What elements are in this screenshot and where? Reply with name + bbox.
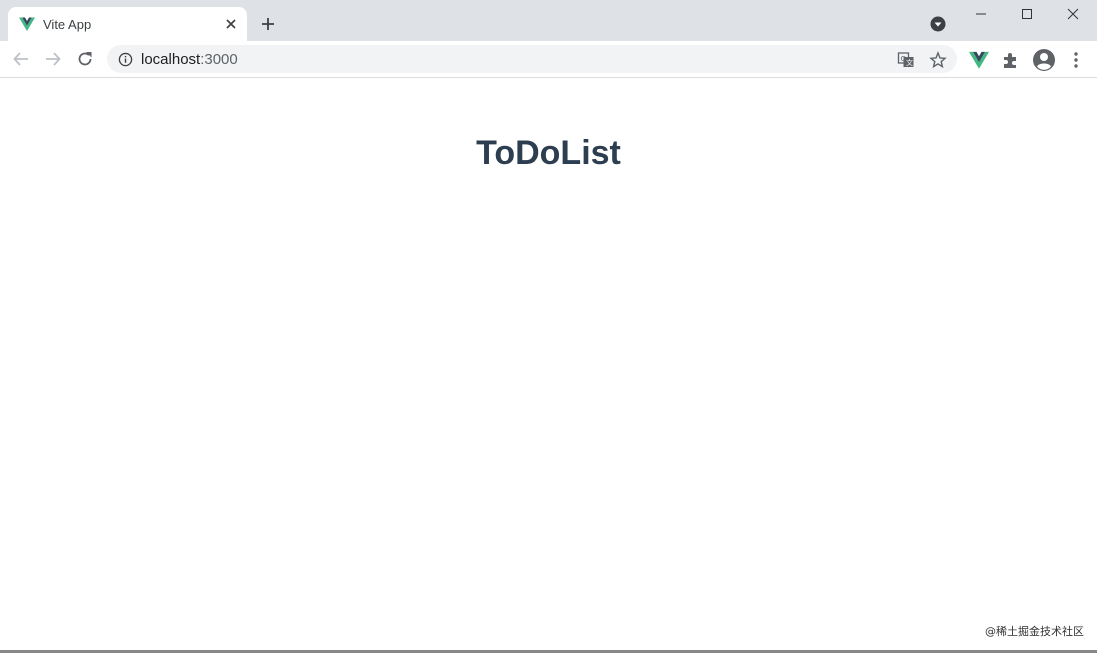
forward-button[interactable] <box>41 47 65 71</box>
chevron-down-circle-icon <box>930 16 946 32</box>
address-bar[interactable]: localhost:3000 G 文 <box>107 45 957 73</box>
arrow-left-icon <box>13 52 28 66</box>
profile-avatar-icon[interactable] <box>1032 48 1056 72</box>
url-text: localhost:3000 <box>141 51 238 68</box>
translate-icon[interactable]: G 文 <box>897 51 915 69</box>
page-title: ToDoList <box>476 134 621 172</box>
close-icon <box>1067 8 1079 20</box>
svg-text:文: 文 <box>906 58 913 67</box>
watermark: @稀土掘金技术社区 <box>985 625 1084 638</box>
new-tab-button[interactable] <box>258 14 278 34</box>
reload-button[interactable] <box>73 47 97 71</box>
site-info-icon[interactable] <box>117 51 133 67</box>
bookmark-star-icon[interactable] <box>929 51 947 69</box>
maximize-icon <box>1022 9 1032 19</box>
reload-icon <box>78 52 92 66</box>
tab-title: Vite App <box>43 16 92 32</box>
tab-strip: Vite App <box>0 0 1097 41</box>
url-port: :3000 <box>200 50 238 68</box>
vue-logo-icon <box>19 16 35 32</box>
extensions-puzzle-icon[interactable] <box>1001 50 1021 70</box>
close-window-button[interactable] <box>1050 0 1096 28</box>
plus-icon <box>262 18 274 30</box>
minimize-icon <box>976 13 986 15</box>
arrow-right-icon <box>46 52 61 66</box>
close-tab-icon[interactable] <box>223 16 239 32</box>
vue-devtools-extension-icon[interactable] <box>969 50 989 70</box>
minimize-button[interactable] <box>958 0 1004 28</box>
tab-vite-app[interactable]: Vite App <box>8 7 247 41</box>
browser-toolbar: localhost:3000 G 文 <box>0 41 1097 78</box>
maximize-button[interactable] <box>1004 0 1050 28</box>
back-button[interactable] <box>9 47 33 71</box>
url-host: localhost <box>141 50 201 68</box>
page-viewport: ToDoList @稀土掘金技术社区 <box>0 78 1097 650</box>
tab-search-button[interactable] <box>929 15 947 33</box>
menu-kebab-icon[interactable] <box>1066 50 1086 70</box>
